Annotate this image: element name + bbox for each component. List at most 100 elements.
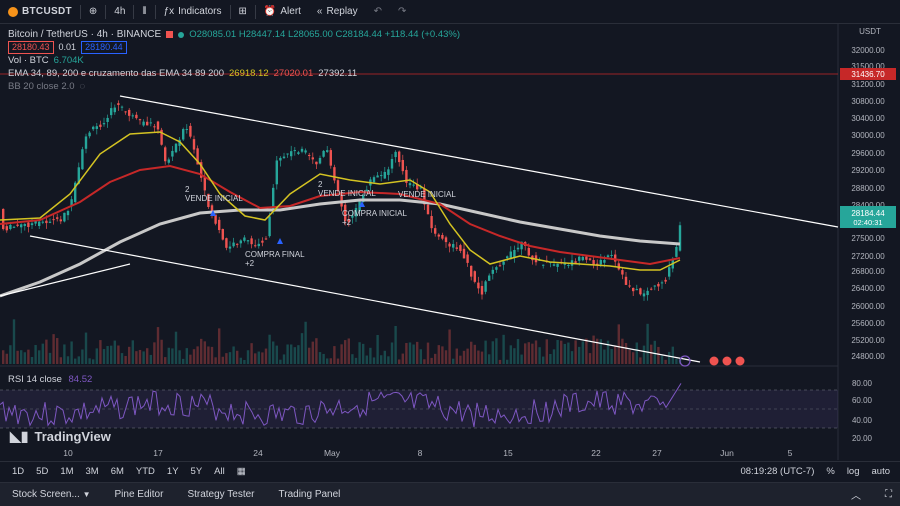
volume-bar <box>520 354 523 364</box>
volume-bar <box>347 338 350 364</box>
candle-body <box>588 258 592 260</box>
volume-bar <box>279 359 282 364</box>
price-tick-label: 31200.00 <box>851 80 885 89</box>
candle-body <box>102 123 106 125</box>
candle-body <box>527 247 530 256</box>
redo-button[interactable]: ↷ <box>390 0 414 24</box>
candle-body <box>599 259 602 265</box>
chevron-down-icon: ▼ <box>82 490 91 499</box>
tf-5y[interactable]: 5Y <box>185 466 209 477</box>
indicators-label: Indicators <box>178 6 222 17</box>
tf-all[interactable]: All <box>208 466 231 477</box>
tf-1d[interactable]: 1D <box>6 466 30 477</box>
indicators-button[interactable]: ƒx Indicators <box>156 0 230 24</box>
event-flag-icon[interactable] <box>735 356 745 366</box>
volume-bar <box>398 359 401 364</box>
candle-body <box>246 240 250 242</box>
rsi-tick-label: 40.00 <box>852 416 873 425</box>
volume-bar <box>268 334 271 364</box>
volume-bar <box>441 346 444 364</box>
tf-1m[interactable]: 1M <box>54 466 79 477</box>
ask-price[interactable]: 28180.44 <box>81 41 127 54</box>
candle-body <box>390 158 394 169</box>
candle-body <box>473 271 476 282</box>
volume-bar <box>120 353 124 364</box>
bid-price[interactable]: 28180.43 <box>8 41 54 54</box>
candle-body <box>30 223 34 226</box>
volume-bar <box>207 346 210 364</box>
candle-body <box>506 256 509 259</box>
candle-body <box>9 224 12 230</box>
auto-scale-toggle[interactable]: auto <box>866 466 897 477</box>
replay-button[interactable]: « Replay <box>309 0 366 24</box>
percent-scale-toggle[interactable]: % <box>820 466 840 477</box>
tf-1y[interactable]: 1Y <box>161 466 185 477</box>
interval-button[interactable]: 4h <box>106 0 133 24</box>
rsi-label[interactable]: RSI 14 close <box>8 374 62 385</box>
volume-bar <box>675 358 678 364</box>
annotation-sell-3[interactable]: VENDE INICIAL <box>398 190 456 199</box>
candle-body <box>459 245 462 251</box>
chart-title[interactable]: Bitcoin / TetherUS · 4h · BINANCE <box>8 28 161 41</box>
tab-pine-editor[interactable]: Pine Editor <box>103 489 176 500</box>
candle-body <box>372 177 376 183</box>
alert-button[interactable]: ⏰ Alert <box>256 0 309 24</box>
candle-body <box>430 216 433 229</box>
candle-body <box>628 285 631 287</box>
time-tick-label: 22 <box>591 448 601 458</box>
candle-body <box>462 248 466 259</box>
tf-6m[interactable]: 6M <box>105 466 130 477</box>
volume-bar <box>340 344 343 364</box>
candle-body <box>146 121 149 126</box>
tf-3m[interactable]: 3M <box>80 466 105 477</box>
tab-strategy-tester[interactable]: Strategy Tester <box>175 489 266 500</box>
volume-bar <box>614 345 617 364</box>
date-range-icon[interactable]: ▦ <box>231 466 252 477</box>
tradingview-logo[interactable]: ◣▮ TradingView <box>10 428 111 445</box>
symbol-search[interactable]: BTCUSDT <box>0 0 80 24</box>
volume-label[interactable]: Vol · BTC <box>8 54 49 67</box>
event-flag-icon[interactable] <box>722 356 732 366</box>
undo-button[interactable]: ↶ <box>366 0 390 24</box>
symbol-label: BTCUSDT <box>22 6 72 17</box>
clock[interactable]: 08:19:28 (UTC-7) <box>734 466 820 477</box>
currency-label[interactable]: USDT <box>859 27 881 36</box>
exchange-logo-icon <box>8 6 18 17</box>
volume-bar <box>434 353 437 364</box>
rewind-icon: « <box>316 6 323 17</box>
volume-bar <box>149 354 152 364</box>
volume-bar <box>131 340 134 364</box>
bb-label[interactable]: BB 20 close 2.0 <box>8 80 75 93</box>
collapse-panel-icon[interactable]: ︿ <box>839 487 873 502</box>
tab-stock-screener-label: Stock Screen... <box>12 489 80 500</box>
ema-label[interactable]: EMA 34, 89, 200 e cruzamento das EMA 34 … <box>8 67 224 80</box>
log-scale-toggle[interactable]: log <box>841 466 866 477</box>
volume-bar <box>52 334 55 364</box>
maximize-panel-icon[interactable]: ⛶ <box>873 489 900 500</box>
volume-bar <box>282 354 286 364</box>
volume-bar <box>534 340 538 364</box>
volume-bar <box>308 347 311 364</box>
volume-bar <box>275 345 278 364</box>
candle-body <box>268 216 271 237</box>
candle-body <box>232 242 235 247</box>
time-tick-label: 15 <box>503 448 513 458</box>
candle-body <box>488 275 491 281</box>
tf-5d[interactable]: 5D <box>30 466 54 477</box>
volume-bar <box>30 357 34 364</box>
event-flag-icon[interactable] <box>709 356 719 366</box>
volume-bar <box>538 347 541 364</box>
tab-trading-panel[interactable]: Trading Panel <box>267 489 353 500</box>
hidden-eye-icon[interactable]: ◌ <box>80 80 86 93</box>
layout-button[interactable]: ⊞ <box>231 0 255 24</box>
rsi-value: 84.52 <box>68 374 93 385</box>
tab-stock-screener[interactable]: Stock Screen... ▼ <box>0 489 103 500</box>
volume-bar <box>70 341 73 364</box>
candle-body <box>491 269 494 274</box>
volume-bar <box>160 339 163 364</box>
tf-ytd[interactable]: YTD <box>130 466 161 477</box>
candle-body <box>282 156 286 159</box>
volume-bar <box>336 358 340 364</box>
chart-type-button[interactable]: ⫴ <box>134 0 154 24</box>
compare-button[interactable]: ⊕ <box>81 0 105 24</box>
